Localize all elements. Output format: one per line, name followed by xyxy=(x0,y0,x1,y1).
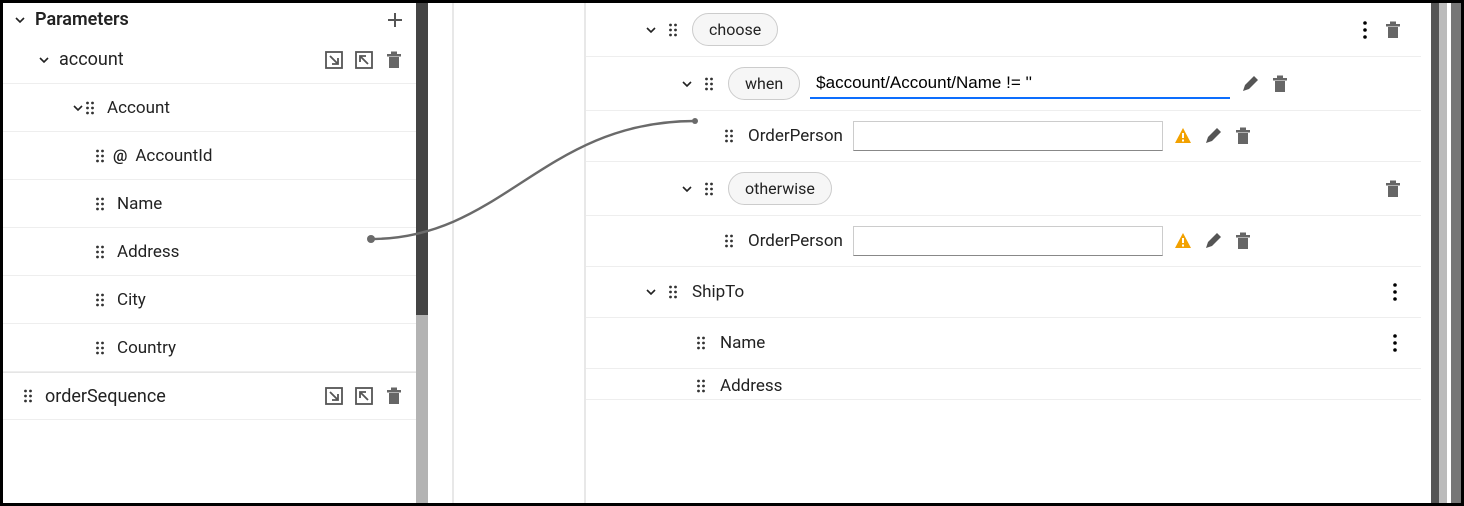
orderperson-node-1[interactable]: OrderPerson xyxy=(586,111,1421,161)
drag-handle-icon[interactable] xyxy=(696,379,710,393)
chevron-down-icon[interactable] xyxy=(71,101,85,115)
param-account[interactable]: account xyxy=(3,36,416,84)
choose-node[interactable]: choose xyxy=(586,3,1421,56)
field-label: Name xyxy=(117,194,404,214)
drag-handle-icon[interactable] xyxy=(696,336,710,350)
edit-icon[interactable] xyxy=(1203,126,1223,146)
map-in-icon[interactable] xyxy=(324,50,344,70)
field-name[interactable]: Name xyxy=(3,180,416,228)
edit-icon[interactable] xyxy=(1203,231,1223,251)
shipto-label: ShipTo xyxy=(692,282,744,302)
chevron-down-icon[interactable] xyxy=(644,285,658,299)
field-country[interactable]: Country xyxy=(3,324,416,372)
shipto-node[interactable]: ShipTo xyxy=(586,267,1421,317)
mapping-panel: choose when OrderPerson xyxy=(586,3,1421,503)
drag-handle-icon[interactable] xyxy=(668,23,682,37)
field-label: AccountId xyxy=(135,146,404,166)
field-label: Country xyxy=(117,338,404,358)
chevron-down-icon[interactable] xyxy=(37,53,51,67)
collapse-icon[interactable] xyxy=(13,13,27,27)
delete-icon[interactable] xyxy=(1270,74,1290,94)
otherwise-node[interactable]: otherwise xyxy=(586,162,1421,215)
drag-handle-icon[interactable] xyxy=(704,77,718,91)
ordersequence-label: orderSequence xyxy=(45,386,324,407)
param-ordersequence[interactable]: orderSequence xyxy=(3,372,416,420)
when-pill: when xyxy=(728,67,800,100)
drag-handle-icon[interactable] xyxy=(704,182,718,196)
shipto-address-label: Address xyxy=(720,376,782,396)
warning-icon xyxy=(1173,126,1193,146)
attribute-icon: @ xyxy=(113,146,127,165)
field-city[interactable]: City xyxy=(3,276,416,324)
drag-handle-icon[interactable] xyxy=(95,293,109,307)
delete-icon[interactable] xyxy=(384,50,404,70)
field-label: City xyxy=(117,290,404,310)
orderperson-node-2[interactable]: OrderPerson xyxy=(586,216,1421,266)
when-expression-input[interactable] xyxy=(810,69,1230,99)
map-out-icon[interactable] xyxy=(354,386,374,406)
when-node[interactable]: when xyxy=(586,57,1421,110)
add-parameter-button[interactable] xyxy=(386,11,404,29)
orderperson-label: OrderPerson xyxy=(748,231,843,251)
more-icon[interactable] xyxy=(1387,333,1403,353)
parameters-title: Parameters xyxy=(35,9,386,30)
map-in-icon[interactable] xyxy=(324,386,344,406)
chevron-down-icon[interactable] xyxy=(644,23,658,37)
shipto-name-label: Name xyxy=(720,333,765,353)
chevron-down-icon[interactable] xyxy=(680,77,694,91)
delete-icon[interactable] xyxy=(384,386,404,406)
edit-icon[interactable] xyxy=(1240,74,1260,94)
orderperson-value-input[interactable] xyxy=(853,226,1163,256)
field-address[interactable]: Address xyxy=(3,228,416,276)
choose-pill: choose xyxy=(692,13,778,46)
param-account-label: account xyxy=(59,49,324,70)
drag-handle-icon[interactable] xyxy=(95,245,109,259)
otherwise-pill: otherwise xyxy=(728,172,832,205)
map-out-icon[interactable] xyxy=(354,50,374,70)
drag-handle-icon[interactable] xyxy=(95,149,109,163)
parameters-header: Parameters xyxy=(3,3,416,36)
drag-handle-icon[interactable] xyxy=(95,341,109,355)
orderperson-label: OrderPerson xyxy=(748,126,843,146)
more-icon[interactable] xyxy=(1357,20,1373,40)
parameters-panel: Parameters account Account @ AccountId N… xyxy=(3,3,416,503)
right-scrollbar[interactable] xyxy=(1421,3,1461,503)
drag-handle-icon[interactable] xyxy=(95,197,109,211)
account-node[interactable]: Account xyxy=(3,84,416,132)
drag-handle-icon[interactable] xyxy=(85,101,99,115)
delete-icon[interactable] xyxy=(1233,126,1253,146)
drag-handle-icon[interactable] xyxy=(724,234,738,248)
orderperson-value-input[interactable] xyxy=(853,121,1163,151)
drag-handle-icon[interactable] xyxy=(23,389,37,403)
delete-icon[interactable] xyxy=(1383,20,1403,40)
left-divider[interactable] xyxy=(416,3,444,503)
more-icon[interactable] xyxy=(1387,282,1403,302)
delete-icon[interactable] xyxy=(1383,179,1403,199)
drag-handle-icon[interactable] xyxy=(668,285,682,299)
delete-icon[interactable] xyxy=(1233,231,1253,251)
field-label: Address xyxy=(117,242,404,262)
account-node-label: Account xyxy=(107,98,404,118)
warning-icon xyxy=(1173,231,1193,251)
field-accountid[interactable]: @ AccountId xyxy=(3,132,416,180)
chevron-down-icon[interactable] xyxy=(680,182,694,196)
shipto-name-node[interactable]: Name xyxy=(586,318,1421,368)
shipto-address-node[interactable]: Address xyxy=(586,369,1421,399)
drag-handle-icon[interactable] xyxy=(724,129,738,143)
